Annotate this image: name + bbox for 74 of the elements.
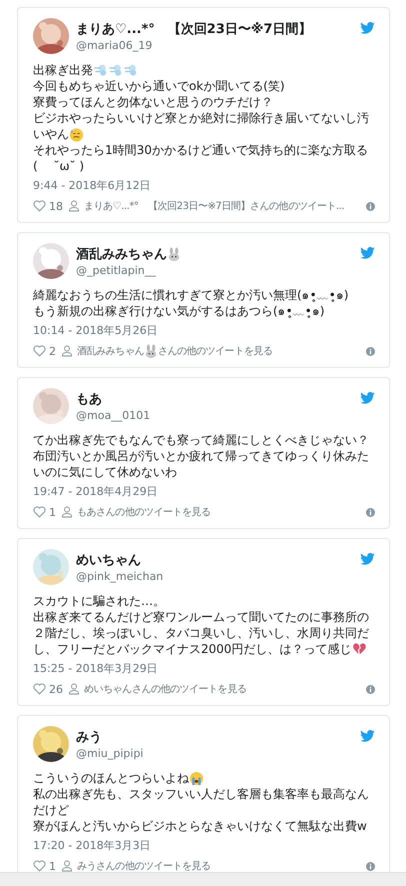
person-icon (68, 683, 80, 695)
tweet-time[interactable]: 17:20 - 2018年3月3日 (33, 839, 151, 853)
rabbit-icon (168, 247, 180, 261)
dash-icon (124, 64, 136, 76)
tweet-text: 出稼ぎ来てるんだけど寮ワンルームって聞いてたのに事務所の (33, 609, 369, 625)
info-icon[interactable] (366, 508, 375, 516)
tweet-text: 私の出稼ぎ先も、スタッフいい人だし客層も集客率も最高なん (33, 786, 369, 802)
tweet-time[interactable]: 9:44 - 2018年6月12日 (33, 179, 151, 193)
person-icon (68, 200, 80, 212)
rabbit-icon (146, 344, 156, 358)
tweet-text: ( ˘ω˘ ) (33, 158, 84, 174)
info-icon[interactable] (366, 346, 375, 356)
tweet-text: いのに気にして休めないわ (33, 464, 177, 480)
user-name: まりあ♡...*° 【次回23日〜※7日間】 (76, 21, 312, 38)
bird-icon[interactable] (360, 553, 375, 565)
user-handle[interactable]: @maria06_19 (76, 39, 353, 52)
tweet-text: 寮がほんと汚いからビジホとらなきゃいけなくて無駄な出費w (33, 818, 367, 834)
bird-icon[interactable] (360, 392, 375, 404)
user-name: みう (76, 729, 102, 746)
info-icon[interactable] (366, 202, 375, 210)
user-handle[interactable]: @miu_pipipi (76, 747, 353, 760)
more-tweets-link[interactable]: めいちゃんさんの他のツイートを見る (84, 682, 246, 696)
tweet-text: こういうのほんとつらいよね (33, 770, 189, 786)
tweet-text: いやん (33, 126, 69, 142)
user-name: もあ (76, 391, 102, 408)
tweet-text: もう新規の出稼ぎ行けない気がするはあつら(๑•̥﹏•̥๑) (33, 303, 325, 319)
dash-icon (109, 64, 122, 76)
tweet-text: だけど (33, 802, 69, 818)
bird-icon[interactable] (360, 22, 375, 34)
tweet-text: し、フリーだとバックマイナス2000円だし、は？って感じ (33, 641, 352, 657)
like-count: 18 (49, 200, 63, 212)
heart-icon[interactable] (33, 200, 46, 212)
info-icon[interactable] (366, 684, 375, 694)
more-tweets-link[interactable]: さんの他のツイートを見る (158, 344, 272, 358)
heart-icon[interactable] (33, 506, 46, 518)
tweet-text: ２階だし、埃っぽいし、タバコ臭いし、汚いし、水周り共同だ (33, 625, 369, 641)
tweet-text: スカウトに騙された…。 (33, 593, 165, 609)
tweet-text: ビジホやったらいいけど寮とか絶対に掃除行き届いてないし汚 (33, 110, 369, 126)
user-handle[interactable]: @pink_meichan (76, 570, 353, 583)
broken-heart-icon (352, 643, 366, 654)
tweet-text: 出稼ぎ出発 (33, 62, 93, 78)
sweat-face-icon (70, 128, 84, 142)
like-count: 1 (49, 506, 56, 518)
more-tweets-link[interactable]: まりあ♡...*° 【次回23日〜※7日間】さんの他のツイート... (84, 199, 344, 213)
like-count: 2 (49, 344, 56, 358)
info-icon[interactable] (366, 862, 375, 870)
tweet-text: それやったら1時間30かかるけど通いで気持ち的に楽な方取る (33, 142, 368, 158)
more-tweets-link[interactable]: みうさんの他のツイートを見る (77, 859, 211, 873)
bird-icon[interactable] (360, 247, 375, 259)
more-tweets-link[interactable]: 酒乱みみちゃん (77, 344, 144, 358)
user-handle[interactable]: @moa__0101 (76, 409, 353, 422)
person-icon (61, 860, 73, 872)
tweet-text: 寮費ってほんと勿体ないと思うのウチだけ？ (33, 94, 273, 110)
like-count: 1 (49, 860, 56, 872)
tweet-text: 布団汚いとか風呂が汚いとか疲れて帰ってきてゆっくり休みた (33, 448, 369, 464)
tweet-time[interactable]: 19:47 - 2018年4月29日 (33, 485, 158, 499)
heart-icon[interactable] (33, 345, 46, 357)
dash-icon (94, 64, 106, 76)
user-handle[interactable]: @_petitlapin__ (76, 264, 353, 277)
tweet-time[interactable]: 15:25 - 2018年3月29日 (33, 662, 158, 676)
heart-icon[interactable] (33, 860, 46, 872)
person-icon (61, 345, 73, 357)
crying-face-icon (190, 771, 204, 785)
bird-icon[interactable] (360, 730, 375, 742)
more-tweets-link[interactable]: もあさんの他のツイートを見る (77, 505, 211, 519)
tweet-text: 綺麗なおうちの生活に慣れすぎて寮とか汚い無理(๑•̥﹏•̥๑) (33, 287, 349, 303)
user-name: めいちゃん (76, 552, 141, 569)
like-count: 26 (49, 682, 63, 696)
person-icon (61, 506, 73, 518)
tweet-text: てか出稼ぎ先でもなんでも寮って綺麗にしとくべきじゃない？ (33, 432, 369, 448)
user-name: 酒乱みみちゃん (76, 246, 167, 263)
tweet-text: 今回もめちゃ近いから通いでokか聞いてる(笑) (33, 78, 285, 94)
heart-icon[interactable] (33, 683, 46, 695)
tweet-time[interactable]: 10:14 - 2018年5月26日 (33, 324, 158, 338)
